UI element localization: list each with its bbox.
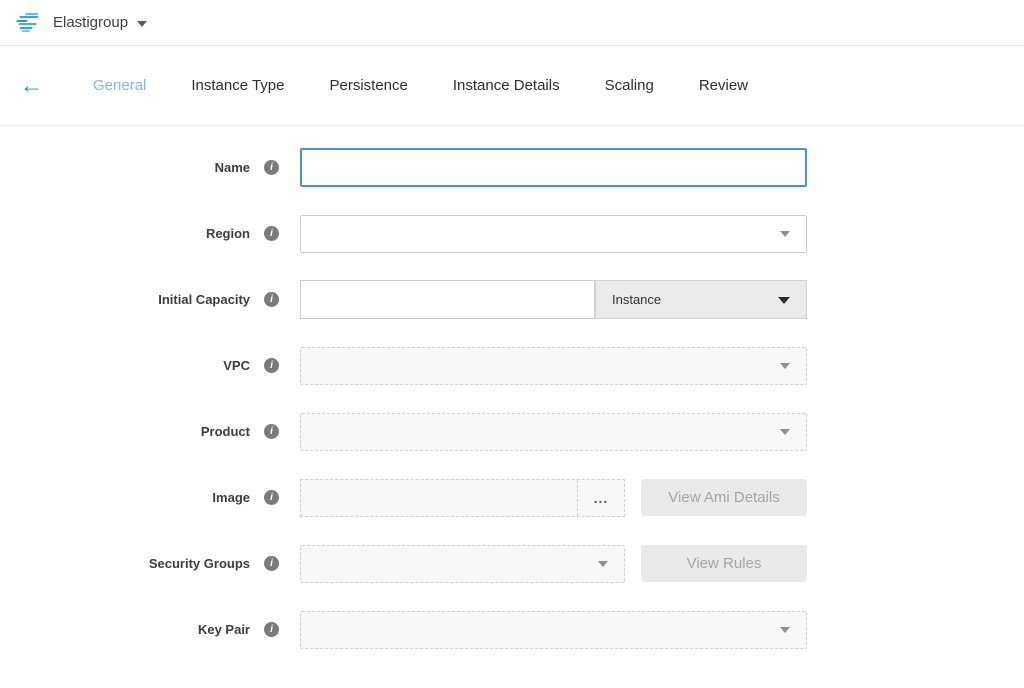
wizard-tab-bar: ← General Instance Type Persistence Inst… [0, 46, 1024, 126]
image-row: Image i ... View Ami Details [0, 478, 1024, 517]
info-icon[interactable]: i [264, 292, 279, 307]
tab-review[interactable]: Review [699, 77, 748, 94]
chevron-down-icon [780, 231, 790, 237]
chevron-down-icon [778, 297, 790, 304]
info-icon[interactable]: i [264, 556, 279, 571]
elastigroup-logo-icon [14, 13, 44, 32]
top-bar: Elastigroup [0, 0, 1024, 46]
security-groups-label: Security Groups [0, 556, 250, 571]
info-icon[interactable]: i [264, 160, 279, 175]
view-rules-button[interactable]: View Rules [641, 545, 807, 582]
chevron-down-icon [780, 363, 790, 369]
tab-persistence[interactable]: Persistence [330, 77, 408, 94]
vpc-row: VPC i [0, 346, 1024, 385]
product-row: Product i [0, 412, 1024, 451]
name-input[interactable] [300, 148, 807, 187]
capacity-unit-select[interactable]: Instance [595, 280, 807, 319]
name-row: Name i [0, 148, 1024, 187]
region-select[interactable] [300, 215, 807, 253]
initial-capacity-input[interactable] [300, 280, 595, 319]
tab-general[interactable]: General [93, 77, 146, 94]
info-icon[interactable]: i [264, 490, 279, 505]
key-pair-label: Key Pair [0, 622, 250, 637]
chevron-down-icon [598, 561, 608, 567]
info-icon[interactable]: i [264, 622, 279, 637]
initial-capacity-row: Initial Capacity i Instance [0, 280, 1024, 319]
key-pair-row: Key Pair i [0, 610, 1024, 649]
vpc-label: VPC [0, 358, 250, 373]
product-select [300, 413, 807, 451]
back-arrow-icon[interactable]: ← [20, 74, 43, 97]
chevron-down-icon [780, 627, 790, 633]
capacity-unit-value: Instance [612, 292, 661, 307]
view-ami-details-button[interactable]: View Ami Details [641, 479, 807, 516]
security-groups-row: Security Groups i View Rules [0, 544, 1024, 583]
tab-instance-type[interactable]: Instance Type [191, 77, 284, 94]
info-icon[interactable]: i [264, 424, 279, 439]
info-icon[interactable]: i [264, 358, 279, 373]
region-label: Region [0, 226, 250, 241]
name-label: Name [0, 160, 250, 175]
image-label: Image [0, 490, 250, 505]
image-input-value [301, 480, 577, 516]
initial-capacity-label: Initial Capacity [0, 292, 250, 307]
vpc-select [300, 347, 807, 385]
security-groups-select [300, 545, 625, 583]
general-settings-form: Name i Region i Initial Capacity i Insta… [0, 126, 1024, 649]
product-label: Product [0, 424, 250, 439]
browse-ellipsis-button: ... [577, 480, 624, 516]
chevron-down-icon[interactable] [137, 21, 147, 27]
tab-scaling[interactable]: Scaling [605, 77, 654, 94]
wizard-tabs: General Instance Type Persistence Instan… [93, 77, 793, 94]
chevron-down-icon [780, 429, 790, 435]
info-icon[interactable]: i [264, 226, 279, 241]
tab-instance-details[interactable]: Instance Details [453, 77, 560, 94]
region-row: Region i [0, 214, 1024, 253]
image-input: ... [300, 479, 625, 517]
key-pair-select [300, 611, 807, 649]
app-switcher-title[interactable]: Elastigroup [53, 14, 128, 31]
